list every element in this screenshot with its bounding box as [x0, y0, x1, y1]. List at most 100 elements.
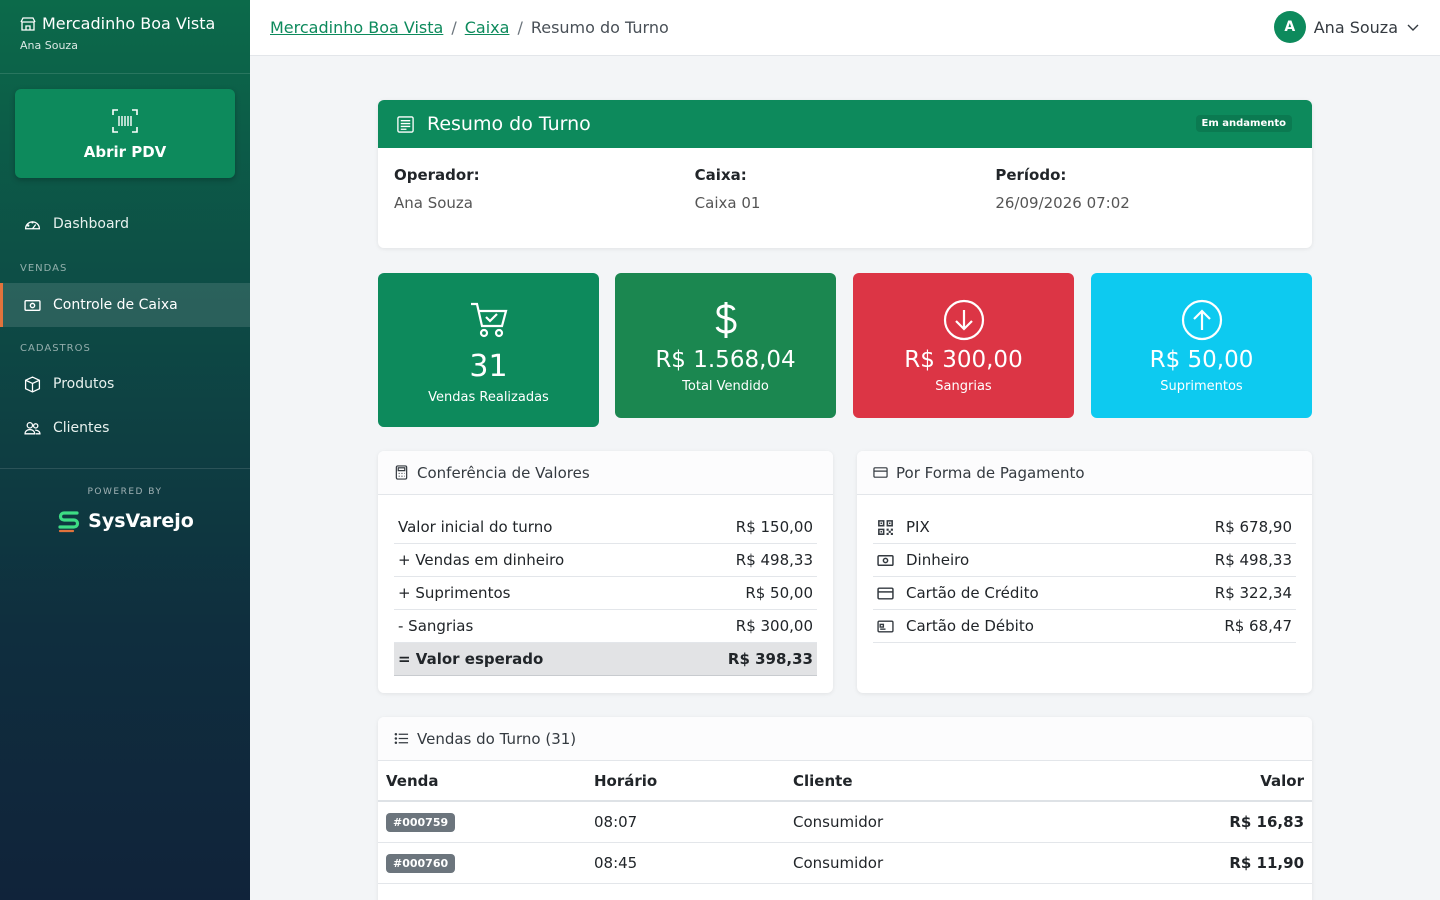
store-title[interactable]: Mercadinho Boa Vista [20, 14, 230, 33]
row-label: Valor inicial do turno [398, 518, 553, 536]
breadcrumb-separator: / [451, 18, 457, 37]
sidebar-item-cash-control[interactable]: Controle de Caixa [0, 283, 250, 327]
breadcrumb-separator: / [517, 18, 523, 37]
sale-id-cell: #000759 [378, 812, 594, 832]
user-name: Ana Souza [1313, 17, 1398, 37]
breadcrumb-store-link[interactable]: Mercadinho Boa Vista [270, 18, 443, 37]
operator-label: Operador: [394, 166, 480, 184]
payment-methods-card: Por Forma de Pagamento PIX R$ 678,90 Din… [857, 451, 1312, 693]
status-badge: Em andamento [1195, 115, 1292, 132]
sale-client-cell: Consumidor [793, 854, 884, 872]
credit-card-icon [873, 467, 888, 478]
row-label: + Suprimentos [398, 584, 511, 602]
row-value: R$ 68,47 [1224, 617, 1292, 635]
chevron-down-icon [1407, 24, 1419, 31]
stat-caption: Suprimentos [1160, 379, 1243, 394]
stat-sales-count: 31 Vendas Realizadas [378, 273, 599, 427]
payment-row-debit: Cartão de Débito R$ 68,47 [873, 610, 1296, 643]
table-row[interactable]: #000759 08:07 Consumidor R$ 16,83 [378, 802, 1312, 843]
value-conference-card: Conferência de Valores Valor inicial do … [378, 451, 833, 693]
store-name: Mercadinho Boa Vista [42, 14, 216, 33]
register-value: Caixa 01 [694, 194, 761, 212]
box-icon [24, 375, 41, 393]
powered-by-label: POWERED BY [87, 487, 163, 497]
column-header[interactable]: Valor [1193, 772, 1312, 790]
qr-code-icon [878, 519, 893, 535]
period-value: 26/09/2026 07:02 [995, 194, 1130, 212]
store-icon [20, 16, 36, 31]
shift-summary-card: Resumo do Turno Em andamento Operador: A… [378, 100, 1312, 248]
register-info: Caixa: Caixa 01 [695, 166, 996, 212]
sale-time-cell: 08:45 [594, 854, 638, 872]
sidebar: Mercadinho Boa Vista Ana Souza Abrir PDV… [0, 0, 250, 900]
speedometer-icon [24, 220, 41, 229]
shift-summary-body: Operador: Ana Souza Caixa: Caixa 01 Perí… [378, 148, 1312, 230]
stat-caption: Sangrias [935, 379, 992, 394]
value-conference-title: Conferência de Valores [417, 463, 590, 482]
dollar-icon [715, 302, 737, 338]
sidebar-item-label: Dashboard [53, 216, 129, 232]
register-label: Caixa: [694, 166, 747, 184]
row-value: R$ 398,33 [727, 650, 813, 668]
sale-id-cell: #000760 [378, 853, 594, 873]
row-label: PIX [906, 518, 930, 536]
list-icon [394, 733, 409, 744]
credit-card-icon [877, 586, 894, 600]
cart-check-icon [470, 302, 507, 338]
value-conference-header: Conferência de Valores [378, 451, 833, 495]
row-label: - Sangrias [398, 617, 474, 635]
arrow-down-circle-icon [943, 299, 984, 341]
row-value: R$ 150,00 [735, 518, 813, 536]
column-header[interactable]: Cliente [793, 772, 1193, 790]
breadcrumb: Mercadinho Boa Vista / Caixa / Resumo do… [270, 18, 669, 37]
arrow-up-circle-icon [1181, 299, 1222, 341]
conference-row-expected: = Valor esperado R$ 398,33 [394, 643, 817, 676]
shift-summary-header: Resumo do Turno Em andamento [378, 100, 1312, 148]
operator-info: Operador: Ana Souza [394, 166, 695, 212]
conference-row-withdrawals: - Sangrias R$ 300,00 [394, 610, 817, 643]
column-header[interactable]: Venda [378, 772, 594, 790]
sidebar-item-label: Produtos [53, 376, 115, 392]
row-label: Cartão de Débito [906, 617, 1034, 635]
payment-methods-header: Por Forma de Pagamento [857, 451, 1312, 495]
sidebar-item-label: Controle de Caixa [53, 297, 178, 313]
receipt-icon [397, 115, 414, 133]
stat-value: R$ 50,00 [1149, 347, 1254, 373]
cash-icon [24, 299, 41, 311]
row-value: R$ 498,33 [1214, 551, 1292, 569]
payment-rows: PIX R$ 678,90 Dinheiro R$ 498,33 Cartão … [857, 495, 1312, 643]
debit-card-icon [877, 619, 894, 633]
user-menu[interactable]: A Ana Souza [1273, 11, 1420, 43]
period-label: Período: [995, 166, 1067, 184]
open-pdv-button[interactable]: Abrir PDV [15, 89, 235, 178]
payment-methods-title: Por Forma de Pagamento [896, 463, 1085, 482]
sidebar-item-dashboard[interactable]: Dashboard [0, 202, 250, 246]
sale-id-badge[interactable]: #000760 [386, 854, 456, 873]
sale-id-badge[interactable]: #000759 [386, 813, 456, 832]
breadcrumb-cash-link[interactable]: Caixa [465, 18, 510, 37]
operator-value: Ana Souza [394, 194, 473, 212]
stat-caption: Vendas Realizadas [428, 390, 549, 405]
sidebar-item-products[interactable]: Produtos [0, 362, 250, 406]
shift-sales-header: Vendas do Turno (31) [378, 717, 1312, 761]
shift-sales-card: Vendas do Turno (31) Venda Horário Clien… [378, 717, 1312, 900]
sidebar-user-name: Ana Souza [20, 39, 78, 52]
payment-row-pix: PIX R$ 678,90 [873, 511, 1296, 544]
stat-withdrawals: R$ 300,00 Sangrias [853, 273, 1074, 418]
barcode-scan-icon [112, 108, 138, 133]
sysvarejo-logo-text: SysVarejo [88, 510, 194, 532]
period-info: Período: 26/09/2026 07:02 [995, 166, 1296, 212]
table-row[interactable]: #000760 08:45 Consumidor R$ 11,90 [378, 843, 1312, 884]
avatar: A [1273, 11, 1306, 43]
column-header[interactable]: Horário [594, 772, 793, 790]
sidebar-item-label: Clientes [53, 420, 110, 436]
stat-supplies: R$ 50,00 Suprimentos [1091, 273, 1312, 418]
sidebar-item-clients[interactable]: Clientes [0, 406, 250, 450]
payment-row-cash: Dinheiro R$ 498,33 [873, 544, 1296, 577]
row-value: R$ 498,33 [735, 551, 813, 569]
row-label: Dinheiro [906, 551, 970, 569]
conference-rows: Valor inicial do turno R$ 150,00 + Vendas… [378, 495, 833, 676]
stat-value: R$ 300,00 [904, 347, 1023, 373]
stat-value: R$ 1.568,04 [655, 347, 796, 373]
stat-caption: Total Vendido [682, 379, 769, 394]
